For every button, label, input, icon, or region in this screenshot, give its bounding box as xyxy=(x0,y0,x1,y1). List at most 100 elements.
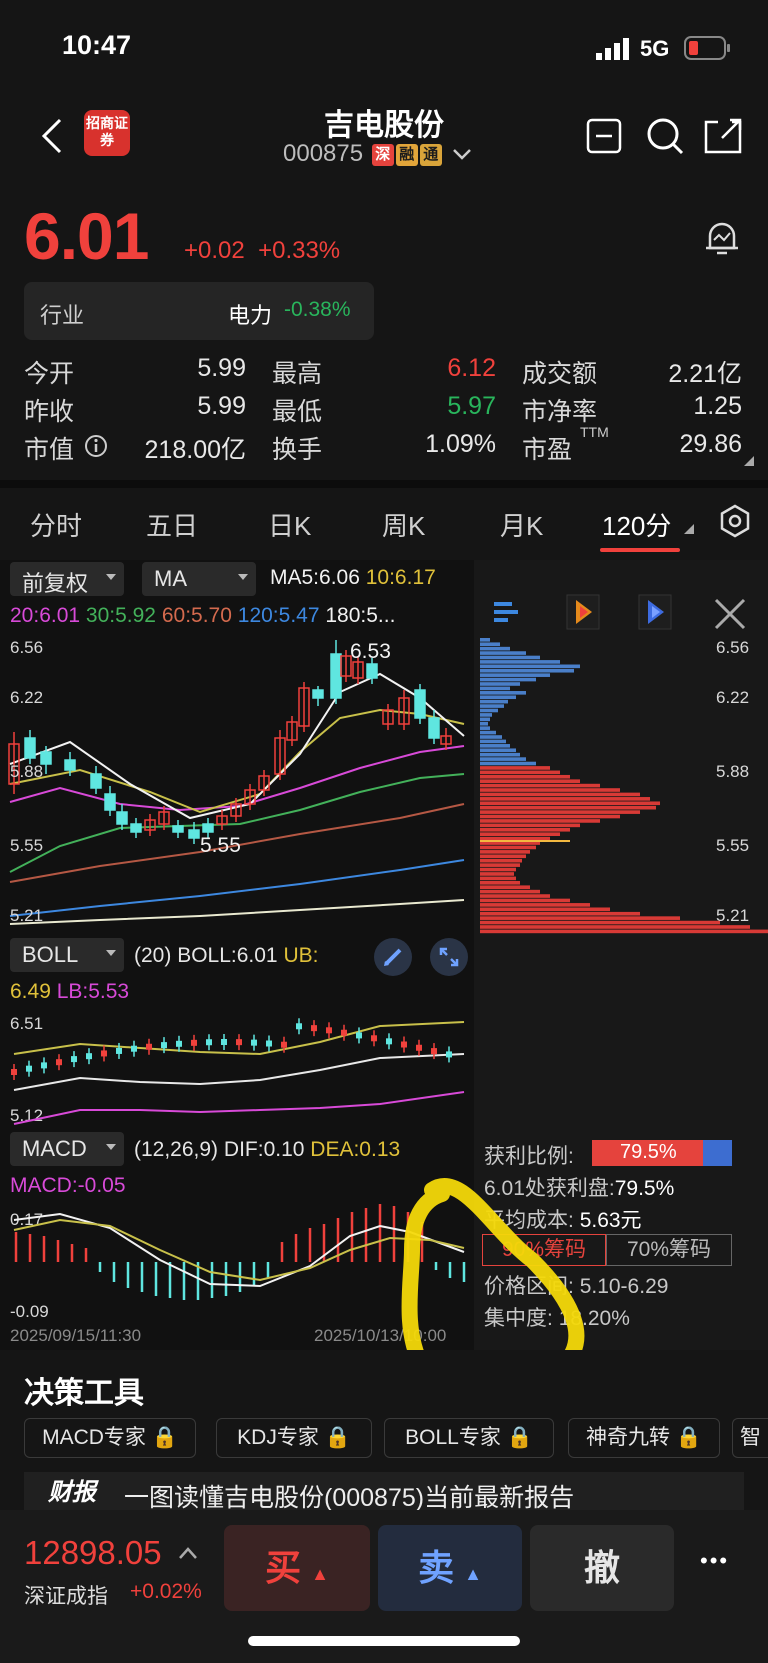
boll-candle xyxy=(221,1034,227,1051)
tool-boll-expert[interactable]: BOLL专家 🔒 xyxy=(384,1418,554,1458)
chip-y-label-2: 6.22 xyxy=(716,688,750,707)
chip-bar xyxy=(480,638,490,642)
boll-candle xyxy=(56,1054,62,1071)
chip-bar xyxy=(480,916,680,920)
chip-bar xyxy=(480,903,590,907)
sell-button[interactable]: 卖 ▲ xyxy=(378,1525,522,1611)
chip-bar xyxy=(480,872,514,876)
price-change-abs: +0.02 xyxy=(184,237,245,264)
stat-pb: 1.25 xyxy=(693,392,742,420)
fullscreen-button[interactable] xyxy=(430,938,468,976)
chip-70-button[interactable]: 70%筹码 xyxy=(606,1234,732,1266)
chip-bar xyxy=(480,836,550,841)
buy-button[interactable]: 买 ▲ xyxy=(224,1525,370,1611)
expand-corner-icon[interactable] xyxy=(744,456,754,466)
tool-macd-label: MACD专家 xyxy=(42,1426,146,1449)
chip-y-label-4: 5.55 xyxy=(716,836,750,855)
candle xyxy=(428,710,440,744)
stat-prev-close: 5.99 xyxy=(197,392,246,420)
boll-candle xyxy=(206,1034,212,1051)
adjust-dropdown[interactable]: 前复权 xyxy=(10,562,124,596)
boll-candle xyxy=(236,1034,242,1051)
candle xyxy=(216,810,228,830)
boll-candle xyxy=(71,1051,77,1068)
chip-bar xyxy=(480,827,570,832)
close-icon[interactable] xyxy=(712,596,748,632)
candles-group xyxy=(8,640,452,844)
home-indicator xyxy=(248,1636,520,1646)
industry-change: -0.38% xyxy=(284,298,351,321)
cancel-order-button[interactable]: 撤 xyxy=(530,1525,674,1611)
ma180-legend: 180:5... xyxy=(325,604,396,627)
report-banner[interactable]: 财报 一图读懂吉电股份(000875)当前最新报告 xyxy=(24,1472,744,1510)
boll-candle xyxy=(266,1035,272,1052)
candle xyxy=(130,818,142,838)
chip-mode-b-orange-icon[interactable] xyxy=(566,594,600,630)
chip-mode-b-blue-icon[interactable] xyxy=(638,594,672,630)
tool-magic-nine[interactable]: 神奇九转 🔒 xyxy=(568,1418,720,1458)
info-icon[interactable] xyxy=(84,434,108,458)
boll-candle xyxy=(401,1036,407,1053)
chip-bar xyxy=(480,651,526,655)
boll-candle xyxy=(326,1022,332,1039)
chip-bar xyxy=(480,668,574,673)
adjust-value: 前复权 xyxy=(22,571,89,596)
chip-y-label-1: 6.56 xyxy=(716,638,750,657)
chip-bar xyxy=(480,876,516,881)
alert-bell-icon[interactable] xyxy=(702,218,742,258)
lock-icon: 🔒 xyxy=(324,1426,351,1449)
tab-menu-corner-icon xyxy=(684,524,694,534)
boll-dropdown[interactable]: BOLL xyxy=(10,938,124,972)
share-icon[interactable] xyxy=(704,116,744,156)
tool-more[interactable]: 智 xyxy=(732,1418,768,1458)
candle xyxy=(274,730,286,780)
chip-bar xyxy=(480,761,536,766)
tab-daily-k[interactable]: 日K xyxy=(268,506,311,543)
stat-amount-label: 成交额 xyxy=(522,360,598,388)
last-price: 6.01 xyxy=(24,199,149,273)
chip-bar xyxy=(480,867,516,872)
stock-code-row[interactable]: 000875 深融通 xyxy=(283,140,472,168)
chip-bars-icon[interactable] xyxy=(492,596,522,628)
tab-monthly-k[interactable]: 月K xyxy=(500,506,543,543)
more-menu-button[interactable]: ••• xyxy=(700,1548,729,1574)
boll-candle xyxy=(101,1045,107,1062)
chip-bar xyxy=(480,766,550,770)
candle xyxy=(90,766,102,794)
edit-indicator-button[interactable] xyxy=(374,938,412,976)
triangle-up-icon: ▲ xyxy=(464,1564,482,1584)
tab-intraday[interactable]: 分时 xyxy=(30,506,82,543)
buy-label: 买 xyxy=(265,1547,302,1588)
profit-ratio-value: 79.5% xyxy=(620,1141,677,1163)
cancel-label: 撤 xyxy=(583,1547,620,1588)
minus-box-icon[interactable] xyxy=(586,118,622,154)
tab-120min[interactable]: 120分 xyxy=(602,506,671,543)
profit-ratio-label: 获利比例: xyxy=(484,1145,574,1168)
boll-candle xyxy=(446,1046,452,1063)
profit-ratio-bar: 79.5% xyxy=(592,1140,732,1166)
price-change: +0.02 +0.33% xyxy=(184,237,340,265)
tool-kdj-expert[interactable]: KDJ专家 🔒 xyxy=(216,1418,372,1458)
industry-card[interactable]: 行业 电力 -0.38% xyxy=(24,282,374,340)
report-badge: 财报 xyxy=(48,1479,96,1506)
settings-gear-icon[interactable] xyxy=(718,504,752,538)
tab-five-day[interactable]: 五日 xyxy=(146,506,198,543)
chip-bar xyxy=(480,889,540,894)
ma60-legend: 60:5.70 xyxy=(161,604,232,627)
industry-label: 行业 xyxy=(40,303,85,328)
chip-bar xyxy=(480,660,560,664)
chip-bar xyxy=(480,739,506,744)
chip-y-label-3: 5.88 xyxy=(716,762,750,781)
profit-at-value: 79.5% xyxy=(614,1177,675,1200)
search-icon[interactable] xyxy=(645,116,685,156)
tag-shen: 深 xyxy=(371,144,394,166)
chip-bar xyxy=(480,691,526,695)
macd-dropdown[interactable]: MACD xyxy=(10,1132,124,1166)
chip-bar xyxy=(480,744,510,748)
chip-bar xyxy=(480,642,500,647)
ma-value: MA xyxy=(154,566,187,591)
candle xyxy=(144,814,156,836)
tab-weekly-k[interactable]: 周K xyxy=(382,506,425,543)
ma-dropdown[interactable]: MA xyxy=(142,562,256,596)
tool-macd-expert[interactable]: MACD专家 🔒 xyxy=(24,1418,196,1458)
